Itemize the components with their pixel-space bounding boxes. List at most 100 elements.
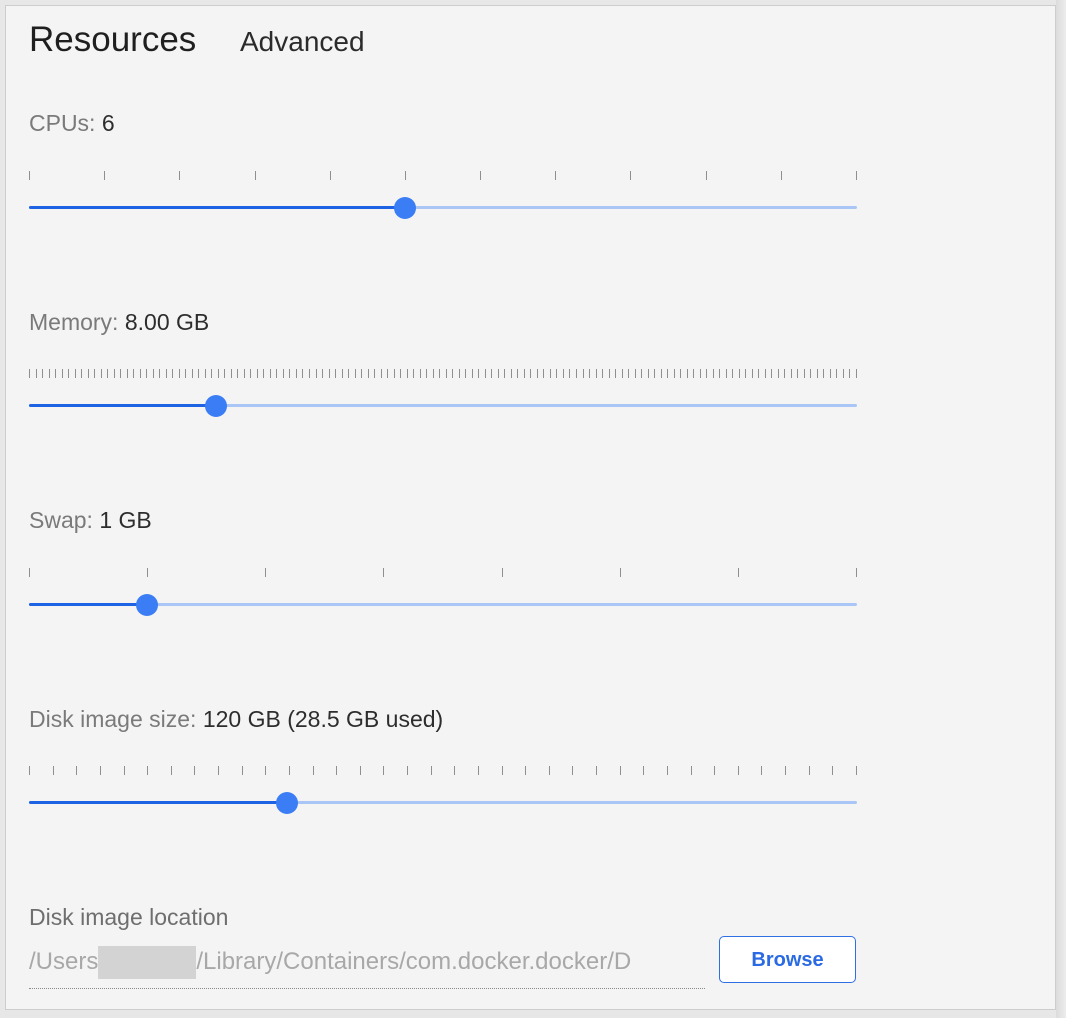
swap-slider-thumb[interactable] [136,594,158,616]
slider-tick [426,369,427,378]
slider-tick [360,766,361,775]
disk-size-label-name: Disk image size: [29,706,197,732]
slider-tick [159,369,160,378]
slider-tick [76,766,77,775]
swap-label-value: 1 GB [99,507,152,533]
slider-tick [140,369,141,378]
section-subtitle: Advanced [240,26,365,57]
slider-tick [504,369,505,378]
slider-tick [620,766,621,775]
slider-tick [622,369,623,378]
slider-tick [738,568,739,577]
slider-tick [263,369,264,378]
slider-tick [316,369,317,378]
slider-tick [761,766,762,775]
slider-tick [407,369,408,378]
slider-tick [641,369,642,378]
slider-tick [237,369,238,378]
slider-tick [738,766,739,775]
disk-size-label-value: 120 GB (28.5 GB used) [202,706,444,732]
slider-tick [313,766,314,775]
slider-tick [218,766,219,775]
disk-size-slider[interactable] [29,766,857,826]
disk-location-path-suffix: /Library/Containers/com.docker.docker/D [196,948,632,975]
slider-tick [856,171,857,180]
slider-tick [713,369,714,378]
slider-tick [185,369,186,378]
cpus-slider-fill [29,206,405,209]
slider-tick [778,369,779,378]
swap-slider[interactable] [29,568,857,628]
slider-tick [706,171,707,180]
slider-tick [446,369,447,378]
disk-size-slider-ticks [29,766,857,776]
slider-tick [348,369,349,378]
slider-tick [680,369,681,378]
slider-tick [374,369,375,378]
slider-tick [394,369,395,378]
cpus-slider[interactable] [29,171,857,231]
slider-tick [804,369,805,378]
slider-tick [36,369,37,378]
slider-tick [823,369,824,378]
slider-tick [194,766,195,775]
slider-tick [107,369,108,378]
slider-tick [714,766,715,775]
slider-tick [648,369,649,378]
disk-size-slider-thumb[interactable] [276,792,298,814]
slider-tick [771,369,772,378]
slider-tick [459,369,460,378]
slider-tick [335,369,336,378]
slider-tick [765,369,766,378]
slider-tick [830,369,831,378]
slider-tick [330,171,331,180]
memory-label: Memory: 8.00 GB [29,309,209,336]
slider-tick [849,369,850,378]
slider-tick [836,369,837,378]
slider-tick [452,369,453,378]
memory-slider-thumb[interactable] [205,395,227,417]
slider-tick [100,766,101,775]
slider-tick [114,369,115,378]
slider-tick [94,369,95,378]
slider-tick [491,369,492,378]
slider-tick [832,766,833,775]
slider-tick [62,369,63,378]
slider-tick [797,369,798,378]
slider-tick [485,369,486,378]
slider-tick [758,369,759,378]
slider-tick [192,369,193,378]
slider-tick [265,568,266,577]
cpus-slider-ticks [29,171,857,181]
slider-tick [454,766,455,775]
slider-tick [431,766,432,775]
slider-tick [231,369,232,378]
slider-tick [667,766,668,775]
slider-tick [524,369,525,378]
slider-tick [400,369,401,378]
slider-tick [732,369,733,378]
swap-label-name: Swap: [29,507,93,533]
slider-tick [289,766,290,775]
slider-tick [224,369,225,378]
slider-tick [433,369,434,378]
slider-tick [589,369,590,378]
slider-tick [596,766,597,775]
slider-tick [693,369,694,378]
slider-tick [635,369,636,378]
cpus-slider-thumb[interactable] [394,197,416,219]
slider-tick [75,369,76,378]
slider-tick [569,369,570,378]
slider-tick [583,369,584,378]
memory-slider[interactable] [29,369,857,429]
slider-tick [502,568,503,577]
slider-tick [42,369,43,378]
slider-tick [439,369,440,378]
slider-tick [809,766,810,775]
slider-tick [171,766,172,775]
slider-tick [856,568,857,577]
slider-tick [383,766,384,775]
browse-button[interactable]: Browse [719,936,856,983]
slider-tick [781,171,782,180]
disk-location-field[interactable]: /Users/Library/Containers/com.docker.doc… [29,946,705,989]
